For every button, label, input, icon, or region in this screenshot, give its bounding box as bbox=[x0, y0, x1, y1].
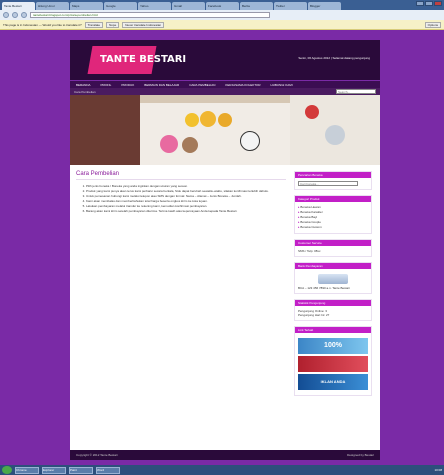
plush-toy bbox=[160, 135, 178, 153]
list-item: Barang akan kami kirim setelah pembayara… bbox=[86, 209, 286, 213]
taskbar-item[interactable]: Paint bbox=[69, 466, 93, 474]
taskbar: Chrome Explorer Paint Word 10:08 bbox=[0, 465, 444, 475]
browser-tab[interactable]: Hitung Umur bbox=[36, 2, 69, 10]
hero-slider-image bbox=[70, 95, 380, 165]
ad-banner[interactable]: IKLAN ANDA bbox=[298, 374, 368, 390]
plush-toy bbox=[240, 131, 260, 151]
nav-item-cara-pembelian[interactable]: CARA PEMBELIAN bbox=[189, 83, 215, 87]
list-item: Produk yang kami punya akan terus kami p… bbox=[86, 189, 286, 193]
cs-contact: SMS / Telp: 08xx bbox=[298, 249, 321, 253]
browser-tab[interactable]: Maps bbox=[70, 2, 103, 10]
minimize-icon[interactable] bbox=[416, 1, 424, 6]
list-item: Pilih jenis boneka / Boneka yang anda in… bbox=[86, 184, 286, 188]
nav-item-produk[interactable]: PRODUK bbox=[121, 83, 134, 87]
taskbar-item[interactable]: Chrome bbox=[15, 466, 39, 474]
content-area: Cara Pembelian Pilih jenis boneka / Bone… bbox=[70, 165, 380, 401]
taskbar-item[interactable]: Word bbox=[96, 466, 120, 474]
widget-body: 100% IKLAN ANDA bbox=[295, 333, 371, 395]
forward-icon[interactable] bbox=[12, 12, 18, 18]
plush-toy bbox=[325, 125, 345, 145]
browser-tab[interactable]: Tante Bestari bbox=[2, 2, 35, 10]
never-translate-button[interactable]: Never translate Indonesian bbox=[122, 21, 165, 28]
nav-item-kerjasama[interactable]: KERJASAMA KOLEKTOR bbox=[225, 83, 260, 87]
reload-icon[interactable] bbox=[21, 12, 27, 18]
web-page: TANTE BESTARI Senin, 06 Agustus 2012 | S… bbox=[70, 40, 380, 460]
site-footer: Copyright © 2012 Tante Bestari Designed … bbox=[70, 450, 380, 460]
list-item: Lakukan pembayaran melalui transfer ke r… bbox=[86, 204, 286, 208]
translate-prompt: This page is in Indonesian — Would you l… bbox=[3, 22, 82, 27]
widget-body: BCA – 123 456 7890 a.n. Tante Bestari bbox=[295, 269, 371, 293]
plush-toy bbox=[200, 111, 216, 127]
nope-button[interactable]: Nope bbox=[106, 21, 120, 28]
page-title: Cara Pembelian bbox=[76, 171, 286, 180]
browser-tab[interactable]: Yahoo bbox=[138, 2, 171, 10]
nav-item-bermain[interactable]: BERMAIN DAN BELAJAR bbox=[144, 83, 179, 87]
widget-links: Link Terkait 100% IKLAN ANDA bbox=[294, 326, 372, 396]
start-button[interactable] bbox=[2, 466, 12, 474]
list-item: Untuk pemesanan hubungi kami melalui tel… bbox=[86, 194, 286, 198]
sidebar: Pencarian Boneka Cari boneka... Kategori… bbox=[294, 171, 372, 401]
taskbar-clock: 10:08 bbox=[434, 468, 442, 472]
nav-item-profil[interactable]: PROFIL bbox=[101, 83, 112, 87]
visitors-today: Pengunjung Hari Ini: 27 bbox=[298, 313, 330, 317]
window-controls bbox=[416, 1, 442, 6]
main-article: Cara Pembelian Pilih jenis boneka / Bone… bbox=[76, 171, 286, 401]
main-nav: BERANDA PROFIL PRODUK BERMAIN DAN BELAJA… bbox=[70, 80, 380, 88]
slider-shelf bbox=[140, 103, 290, 165]
plush-toy bbox=[185, 113, 199, 127]
back-icon[interactable] bbox=[3, 12, 9, 18]
site-logo[interactable]: TANTE BESTARI bbox=[100, 54, 186, 65]
browser-tab[interactable]: Google bbox=[104, 2, 137, 10]
widget-body: Pengunjung Online: 3 Pengunjung Hari Ini… bbox=[295, 306, 371, 320]
browser-tab[interactable]: Berita bbox=[240, 2, 273, 10]
plush-toy bbox=[305, 105, 319, 119]
nav-item-beranda[interactable]: BERANDA bbox=[76, 83, 91, 87]
footer-copyright: Copyright © 2012 Tante Bestari bbox=[76, 453, 118, 457]
taskbar-item[interactable]: Explorer bbox=[42, 466, 66, 474]
close-icon[interactable] bbox=[434, 1, 442, 6]
widget-bank: Bank Pembayaran BCA – 123 456 7890 a.n. … bbox=[294, 262, 372, 294]
maximize-icon[interactable] bbox=[425, 1, 433, 6]
translate-bar: This page is in Indonesian — Would you l… bbox=[0, 20, 444, 30]
nav-item-hubungi[interactable]: HUBUNGI KAMI bbox=[271, 83, 293, 87]
bank-account: BCA – 123 456 7890 a.n. Tante Bestari bbox=[298, 286, 350, 290]
widget-body: Boneka Hewan Boneka Karakter Boneka Bayi… bbox=[295, 202, 371, 233]
translate-options-button[interactable]: Options bbox=[424, 21, 441, 28]
bank-logo bbox=[318, 274, 348, 284]
footer-credit[interactable]: Designed by Bestari bbox=[347, 453, 374, 457]
category-link[interactable]: Boneka Custom bbox=[298, 225, 368, 230]
sidebar-search-input[interactable]: Cari boneka... bbox=[298, 181, 358, 186]
widget-body: Cari boneka... bbox=[295, 178, 371, 189]
address-bar: tantebestari.blogspot.com/p/cara-pembeli… bbox=[0, 10, 444, 20]
translate-button[interactable]: Translate bbox=[84, 21, 104, 28]
widget-customer-service: Customer Service SMS / Telp: 08xx bbox=[294, 239, 372, 257]
widget-categories: Kategori Produk Boneka Hewan Boneka Kara… bbox=[294, 195, 372, 234]
widget-body: SMS / Telp: 08xx bbox=[295, 246, 371, 256]
browser-tab[interactable]: Blogger bbox=[308, 2, 341, 10]
header-date: Senin, 06 Agustus 2012 | Selamat datang … bbox=[298, 56, 370, 60]
promo-banner[interactable]: 100% bbox=[298, 338, 368, 354]
browser-tabbar: Tante Bestari Hitung Umur Maps Google Ya… bbox=[0, 0, 444, 10]
list-item: Kami akan membalas dan memberitahukan to… bbox=[86, 199, 286, 203]
promo-banner[interactable] bbox=[298, 356, 368, 372]
browser-tab[interactable]: Gmail bbox=[172, 2, 205, 10]
breadcrumb: Cara Pembelian Search... bbox=[70, 88, 380, 95]
site-header: TANTE BESTARI Senin, 06 Agustus 2012 | S… bbox=[70, 40, 380, 80]
slider-bg-left bbox=[70, 95, 140, 165]
purchase-steps: Pilih jenis boneka / Boneka yang anda in… bbox=[76, 184, 286, 213]
breadcrumb-current: Cara Pembelian bbox=[74, 89, 96, 94]
browser-tab[interactable]: Twitter bbox=[274, 2, 307, 10]
plush-toy bbox=[218, 113, 232, 127]
url-input[interactable]: tantebestari.blogspot.com/p/cara-pembeli… bbox=[30, 12, 270, 18]
plush-toy bbox=[182, 137, 198, 153]
browser-tab[interactable]: Facebook bbox=[206, 2, 239, 10]
search-input[interactable]: Search... bbox=[336, 89, 376, 94]
widget-visitors: Statistik Pengunjung Pengunjung Online: … bbox=[294, 299, 372, 321]
widget-search: Pencarian Boneka Cari boneka... bbox=[294, 171, 372, 190]
